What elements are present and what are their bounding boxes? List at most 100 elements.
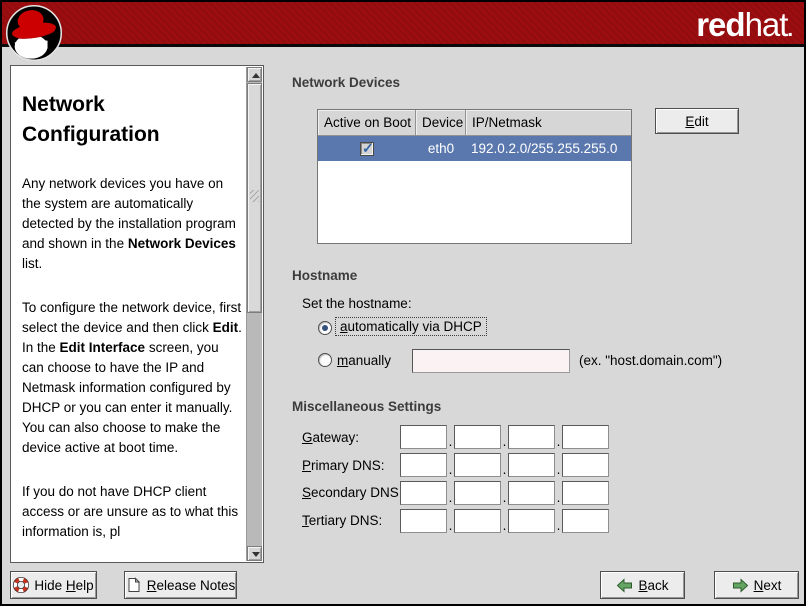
secondary-dns-octet-2[interactable] (454, 481, 501, 505)
scroll-up-icon (252, 73, 260, 78)
help-text: Network Configuration Any network device… (22, 66, 244, 562)
hide-help-underline: H (66, 578, 76, 593)
help-scrollbar[interactable] (246, 67, 262, 561)
hide-help-button[interactable]: Hide Help (10, 571, 97, 599)
radio-selected-dot (322, 325, 328, 331)
hostname-input[interactable] (412, 349, 570, 373)
brand-light: hat (745, 6, 788, 43)
secondary-dns-octet-1[interactable] (400, 481, 447, 505)
tertiary-dns-underline: T (302, 513, 309, 528)
gateway-rest: ateway: (313, 430, 360, 445)
hostname-hint: (ex. "host.domain.com") (579, 353, 722, 368)
back-underline: B (638, 578, 647, 593)
primary-dns-octet-2[interactable] (454, 453, 501, 477)
primary-dns-label: Primary DNS: (302, 458, 385, 473)
next-rest: ext (763, 578, 781, 593)
scrollbar-thumb[interactable] (247, 83, 262, 313)
tertiary-dns-octet-1[interactable] (400, 509, 447, 533)
auto-label-underline: a (340, 319, 348, 334)
primary-dns-octet-4[interactable] (562, 453, 609, 477)
edit-button-label: Edit (685, 114, 708, 129)
scroll-down-icon (252, 552, 260, 557)
secondary-dns-rest: econdary DNS: (311, 485, 403, 500)
octet-separator: . (447, 462, 454, 477)
gateway-octet-3[interactable] (508, 425, 555, 449)
tertiary-dns-octet-4[interactable] (562, 509, 609, 533)
secondary-dns-label: Secondary DNS: (302, 485, 403, 500)
secondary-dns-octet-3[interactable] (508, 481, 555, 505)
back-button[interactable]: Back (600, 571, 685, 599)
tertiary-dns-rest: ertiary DNS: (309, 513, 383, 528)
gateway-octet-2[interactable] (454, 425, 501, 449)
redhat-shadowman-logo-icon (5, 4, 63, 62)
octet-separator: . (555, 434, 562, 449)
gateway-octet-1[interactable] (400, 425, 447, 449)
tertiary-dns-octet-row: . . . (400, 509, 609, 533)
scroll-down-button[interactable] (247, 546, 262, 561)
secondary-dns-octet-4[interactable] (562, 481, 609, 505)
octet-separator: . (447, 490, 454, 505)
manually-label[interactable]: manually (337, 353, 391, 368)
help-p3-text: If you do not have DHCP client access or… (22, 484, 238, 539)
release-notes-button[interactable]: Release Notes (124, 571, 237, 599)
secondary-dns-octet-row: . . . (400, 481, 609, 505)
network-devices-table[interactable]: Active on Boot Device IP/Netmask eth0 19… (317, 109, 632, 244)
help-p1-bold: Network Devices (128, 236, 236, 251)
octet-separator: . (447, 434, 454, 449)
scroll-up-button[interactable] (247, 67, 262, 82)
set-hostname-label: Set the hostname: (302, 296, 412, 311)
next-underline: N (754, 578, 764, 593)
release-notes-rest: elease Notes (156, 578, 235, 593)
primary-dns-octet-3[interactable] (508, 453, 555, 477)
column-header-ip-netmask[interactable]: IP/Netmask (466, 110, 631, 136)
tertiary-dns-octet-2[interactable] (454, 509, 501, 533)
octet-separator: . (555, 490, 562, 505)
radio-automatically-via-dhcp[interactable] (318, 321, 332, 335)
help-paragraph-3: If you do not have DHCP client access or… (22, 482, 244, 542)
hide-help-pre: Hide (34, 578, 66, 593)
edit-button[interactable]: Edit (655, 108, 739, 134)
primary-dns-underline: P (302, 458, 311, 473)
next-button[interactable]: Next (714, 571, 799, 599)
tertiary-dns-label: Tertiary DNS: (302, 513, 382, 528)
octet-separator: . (501, 518, 508, 533)
help-panel: Network Configuration Any network device… (10, 65, 264, 563)
octet-separator: . (555, 518, 562, 533)
radio-manually[interactable] (318, 353, 332, 367)
gateway-octet-4[interactable] (562, 425, 609, 449)
release-notes-label: Release Notes (147, 578, 236, 593)
active-on-boot-checkbox[interactable] (360, 142, 374, 156)
secondary-dns-underline: S (302, 485, 311, 500)
help-p2-bold-edit-interface: Edit Interface (60, 340, 146, 355)
edit-rest: dit (694, 114, 708, 129)
active-on-boot-cell (318, 136, 416, 161)
scrollbar-grip-icon (250, 190, 259, 202)
primary-dns-octet-1[interactable] (400, 453, 447, 477)
octet-separator: . (447, 518, 454, 533)
next-button-label: Next (754, 578, 782, 593)
help-p2-text: To configure the network device, first s… (22, 300, 241, 335)
table-row[interactable]: eth0 192.0.2.0/255.255.255.0 (318, 136, 631, 161)
hide-help-rest: elp (76, 578, 94, 593)
brand-dot: . (787, 19, 792, 41)
tertiary-dns-octet-3[interactable] (508, 509, 555, 533)
gateway-label: Gateway: (302, 430, 359, 445)
gateway-underline: G (302, 430, 313, 445)
ip-netmask-cell: 192.0.2.0/255.255.255.0 (466, 136, 631, 161)
auto-label-rest: utomatically via DHCP (348, 319, 482, 334)
octet-separator: . (501, 434, 508, 449)
help-paragraph-2: To configure the network device, first s… (22, 298, 244, 458)
automatically-via-dhcp-label[interactable]: automatically via DHCP (335, 317, 487, 336)
back-button-label: Back (638, 578, 668, 593)
column-header-active-on-boot[interactable]: Active on Boot (318, 110, 416, 136)
octet-separator: . (501, 490, 508, 505)
column-header-device[interactable]: Device (416, 110, 466, 136)
help-p1-text-2: list. (22, 256, 42, 271)
primary-dns-rest: rimary DNS: (311, 458, 385, 473)
document-icon (126, 577, 142, 593)
installer-window: redhat. Network Configuration Any networ… (0, 0, 806, 606)
table-header-row: Active on Boot Device IP/Netmask (318, 110, 631, 136)
network-devices-heading: Network Devices (292, 75, 400, 90)
manual-label-rest: anually (348, 353, 391, 368)
brand-bold: red (696, 6, 744, 43)
